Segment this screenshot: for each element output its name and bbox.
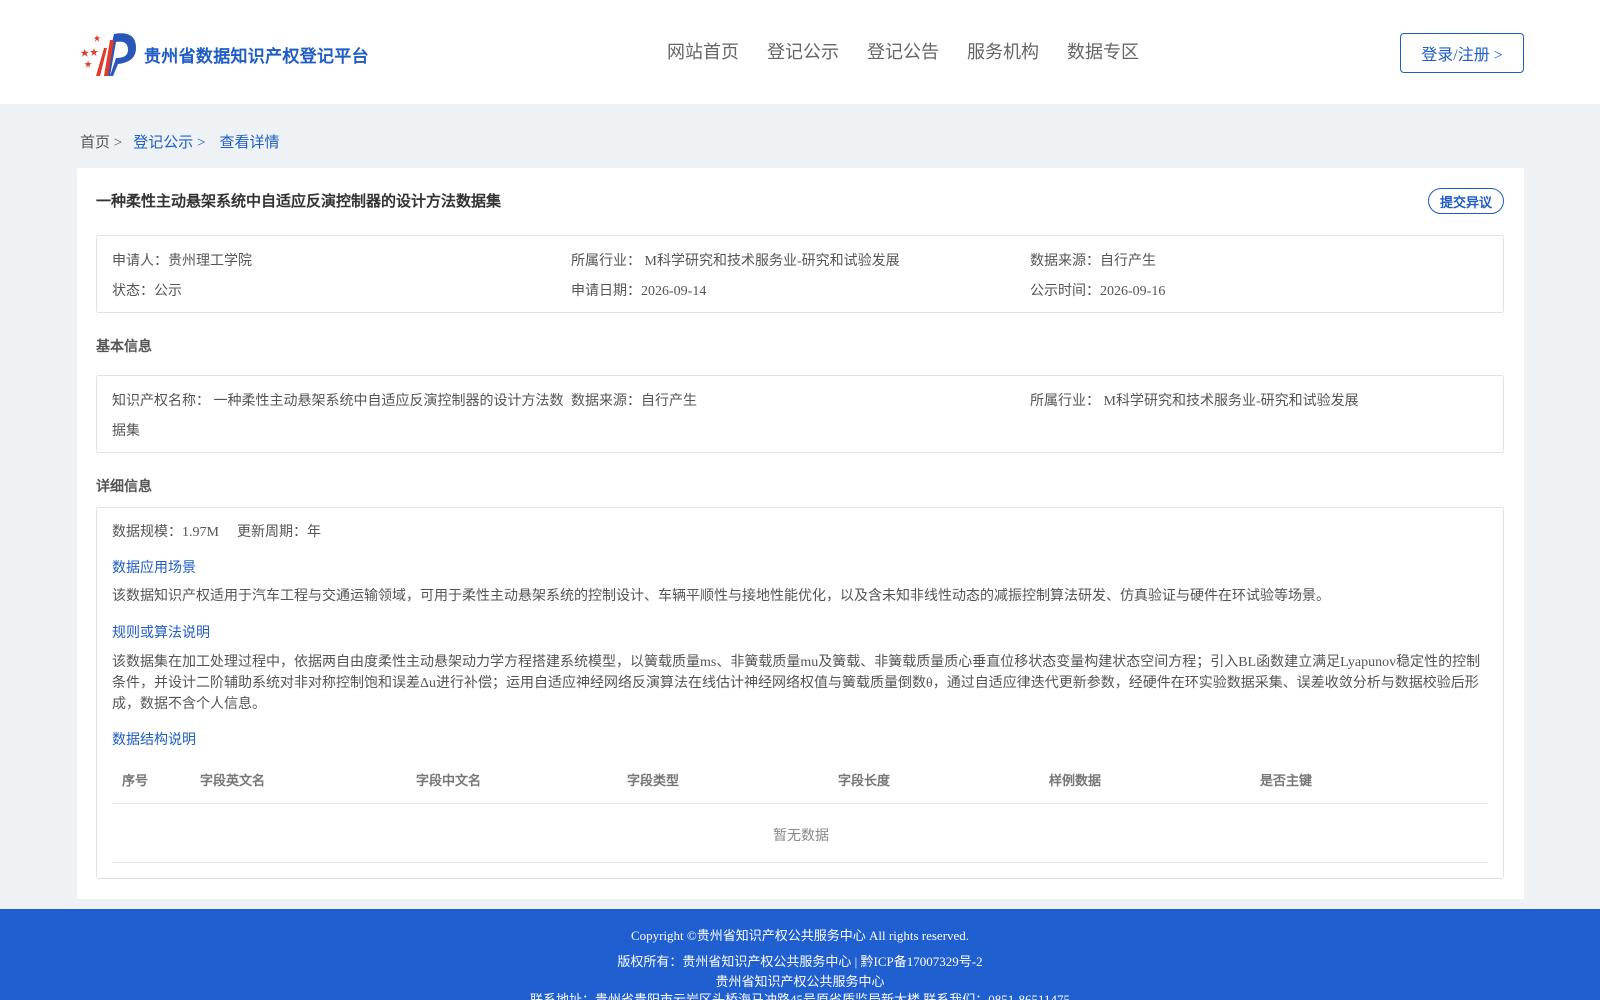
basic-data-source-field: 数据来源：自行产生 bbox=[571, 394, 697, 409]
table-divider bbox=[112, 803, 1488, 804]
footer-contact: 联系地址：贵州省贵阳市云岩区头桥海马冲路45号原省质监局新大楼 联系我们：085… bbox=[529, 992, 1071, 1000]
table-empty-text: 暂无数据 bbox=[773, 829, 829, 844]
ip-name-field-continued: 据集 bbox=[112, 424, 140, 439]
breadcrumb-publicity[interactable]: 登记公示 > bbox=[133, 131, 205, 152]
rules-text: 该数据集在加工处理过程中，依据两自由度柔性主动悬架动力学方程搭建系统模型，以簧载… bbox=[112, 655, 1481, 712]
apply-date-field: 申请日期：2026-09-14 bbox=[571, 284, 707, 299]
page-title: 一种柔性主动悬架系统中自适应反演控制器的设计方法数据集 bbox=[96, 192, 502, 210]
col-english-name: 字段英文名 bbox=[200, 774, 266, 789]
table-bottom-divider bbox=[112, 862, 1488, 863]
footer-org: 贵州省知识产权公共服务中心 bbox=[715, 974, 885, 989]
footer-owner: 版权所有：贵州省知识产权公共服务中心 | 黔ICP备17007329号-2 bbox=[617, 954, 983, 969]
submit-objection-button[interactable]: 提交异议 bbox=[1428, 188, 1504, 214]
col-chinese-name: 字段中文名 bbox=[416, 774, 482, 789]
ip-name-field: 知识产权名称： 一种柔性主动悬架系统中自适应反演控制器的设计方法数 bbox=[112, 394, 564, 409]
publish-date-field: 公示时间：2026-09-16 bbox=[1030, 284, 1166, 299]
col-sample-data: 样例数据 bbox=[1049, 774, 1102, 789]
scenario-heading: 数据应用场景 bbox=[112, 561, 196, 576]
footer-copyright: Copyright ©贵州省知识产权公共服务中心 All rights rese… bbox=[630, 928, 970, 943]
detailed-info-box: 数据规模：1.97M 更新周期：年 数据应用场景 该数据知识产权适用于汽车工程与… bbox=[96, 507, 1504, 879]
data-source-field: 数据来源：自行产生 bbox=[1030, 254, 1156, 269]
col-primary-key: 是否主键 bbox=[1260, 774, 1313, 789]
update-cycle-field: 更新周期：年 bbox=[237, 525, 321, 540]
basic-info-box: 知识产权名称： 一种柔性主动悬架系统中自适应反演控制器的设计方法数 据集 数据来… bbox=[96, 375, 1504, 453]
nav-service-agencies[interactable]: 服务机构 bbox=[967, 38, 1039, 64]
site-header: 贵州省数据知识产权登记平台 网站首页 登记公示 登记公告 服务机构 数据专区 登… bbox=[0, 0, 1600, 104]
breadcrumb-current: 查看详情 bbox=[219, 135, 280, 151]
site-footer: Copyright ©贵州省知识产权公共服务中心 All rights rese… bbox=[0, 909, 1600, 1000]
nav-data-zone[interactable]: 数据专区 bbox=[1067, 38, 1139, 64]
applicant-field: 申请人：贵州理工学院 bbox=[112, 254, 252, 269]
breadcrumb-home[interactable]: 首页 > bbox=[80, 131, 122, 152]
detailed-info-heading: 详细信息 bbox=[96, 479, 152, 495]
nav-home[interactable]: 网站首页 bbox=[667, 38, 739, 64]
basic-industry-field: 所属行业： M科学研究和技术服务业-研究和试验发展 bbox=[1030, 394, 1359, 409]
main-nav: 网站首页 登记公示 登记公告 服务机构 数据专区 bbox=[667, 38, 1139, 64]
data-scale-field: 数据规模：1.97M bbox=[112, 525, 219, 540]
detail-card: 一种柔性主动悬架系统中自适应反演控制器的设计方法数据集 提交异议 申请人：贵州理… bbox=[77, 168, 1524, 899]
structure-table-header: 序号 字段英文名 字段中文名 字段类型 字段长度 样例数据 是否主键 bbox=[112, 770, 1488, 802]
brand-title[interactable]: 贵州省数据知识产权登记平台 bbox=[144, 42, 369, 67]
structure-heading: 数据结构说明 bbox=[112, 733, 196, 748]
scenario-text: 该数据知识产权适用于汽车工程与交通运输领域，可用于柔性主动悬架系统的控制设计、车… bbox=[112, 589, 1330, 604]
breadcrumb: 首页 > 登记公示 > 查看详情 bbox=[80, 131, 279, 152]
platform-logo-icon bbox=[80, 33, 136, 76]
rules-heading: 规则或算法说明 bbox=[112, 626, 210, 641]
col-field-length: 字段长度 bbox=[838, 774, 891, 789]
login-register-button[interactable]: 登录/注册 > bbox=[1400, 33, 1524, 73]
nav-registration-announcement[interactable]: 登记公告 bbox=[867, 38, 939, 64]
basic-info-heading: 基本信息 bbox=[96, 339, 152, 355]
col-field-type: 字段类型 bbox=[627, 774, 680, 789]
nav-registration-publicity[interactable]: 登记公示 bbox=[767, 38, 839, 64]
industry-field: 所属行业： M科学研究和技术服务业-研究和试验发展 bbox=[571, 254, 900, 269]
status-field: 状态：公示 bbox=[112, 284, 182, 299]
col-index: 序号 bbox=[122, 774, 149, 789]
summary-box: 申请人：贵州理工学院 所属行业： M科学研究和技术服务业-研究和试验发展 数据来… bbox=[96, 235, 1504, 313]
